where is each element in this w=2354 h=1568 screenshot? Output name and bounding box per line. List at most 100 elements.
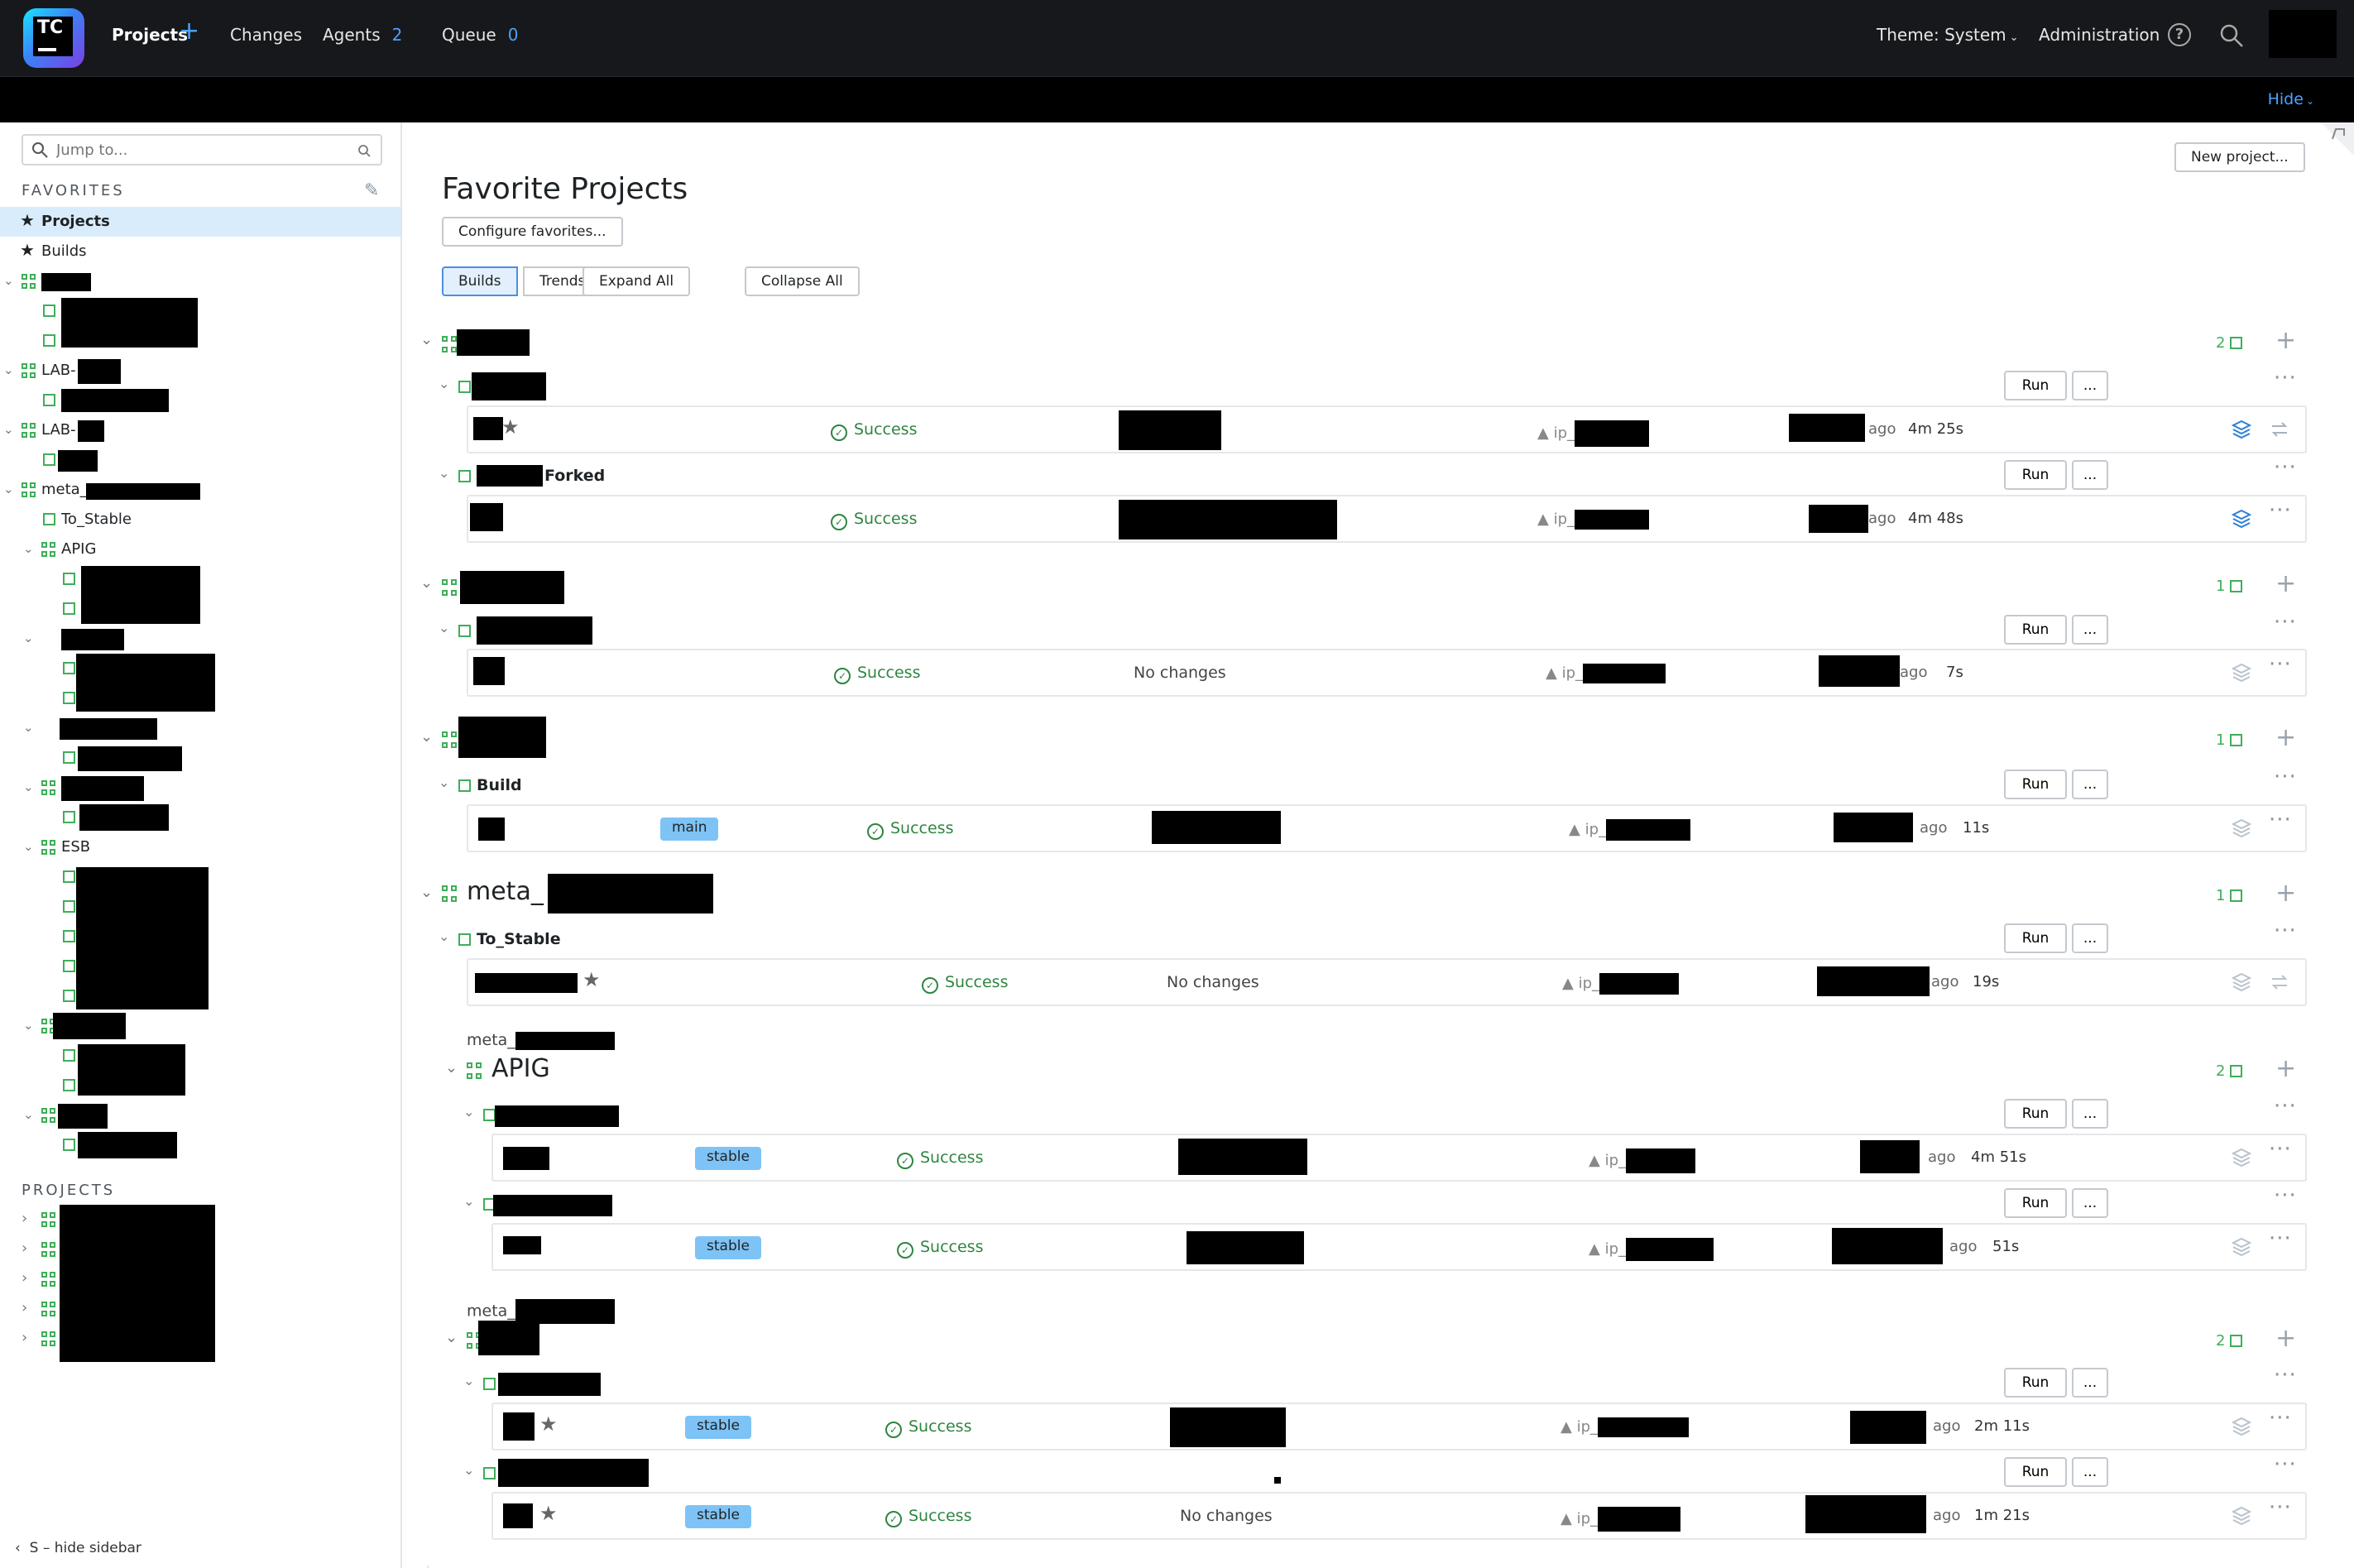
jump-to-search[interactable] <box>22 134 382 165</box>
user-avatar[interactable] <box>2269 10 2337 58</box>
chevron-down-icon[interactable]: ⌄ <box>445 1059 458 1077</box>
add-build-plus-icon[interactable]: + <box>2275 723 2296 752</box>
sidebar-item-projects[interactable]: ★ Projects <box>0 207 400 237</box>
run-button[interactable]: Run <box>2004 615 2067 645</box>
run-button[interactable]: Run <box>2004 1188 2067 1218</box>
chevron-down-icon[interactable]: ⌄ <box>420 331 433 348</box>
more-actions-icon[interactable]: ··· <box>2269 1495 2292 1520</box>
sidebar-tree-build[interactable] <box>0 326 400 356</box>
more-actions-icon[interactable]: ··· <box>2274 610 2297 635</box>
project-name[interactable]: APIG <box>491 1054 550 1083</box>
run-more-button[interactable]: ... <box>2072 460 2108 490</box>
run-more-button[interactable]: ... <box>2072 1099 2108 1129</box>
build-row[interactable]: ★ ✓ Success No changes ▲ ip_ ago 19s <box>467 958 2307 1006</box>
build-row[interactable]: ✓ Success ▲ ip_ ago 4m 48s ··· <box>467 495 2307 543</box>
more-actions-icon[interactable]: ··· <box>2274 1094 2297 1119</box>
build-config-row[interactable]: ⌄ Run ... ··· <box>445 1183 2332 1221</box>
chevron-right-icon[interactable]: › <box>22 1210 27 1227</box>
run-more-button[interactable]: ... <box>2072 1368 2108 1398</box>
sidebar-tree-build[interactable] <box>0 445 400 475</box>
run-button[interactable]: Run <box>2004 1099 2067 1129</box>
sidebar-tree-project[interactable]: ⌄ <box>0 1011 400 1041</box>
build-row[interactable]: ✓ Success No changes ▲ ip_ ago 7s ··· <box>467 649 2307 697</box>
chevron-down-icon[interactable]: ⌄ <box>23 631 34 645</box>
agent-name[interactable]: ▲ ip_ <box>1589 1238 1714 1261</box>
chevron-down-icon[interactable]: ⌄ <box>23 541 34 556</box>
more-actions-icon[interactable]: ··· <box>2274 366 2297 391</box>
nav-changes[interactable]: Changes <box>230 25 302 45</box>
chevron-down-icon[interactable]: ⌄ <box>420 728 433 746</box>
chevron-down-icon[interactable]: ⌄ <box>463 1104 474 1120</box>
build-row[interactable]: ★ stable ✓ Success ▲ ip_ ago 2m 11s ··· <box>491 1403 2307 1451</box>
run-more-button[interactable]: ... <box>2072 923 2108 953</box>
build-row[interactable]: ★ ✓ Success ▲ ip_ ago 4m 25s <box>467 405 2307 453</box>
more-actions-icon[interactable]: ··· <box>2269 1226 2292 1251</box>
add-build-plus-icon[interactable]: + <box>2275 1054 2296 1083</box>
no-changes-label[interactable]: No changes <box>1167 973 1259 991</box>
branch-badge[interactable]: main <box>660 818 719 841</box>
chevron-down-icon[interactable]: ⌄ <box>439 465 449 481</box>
branch-badge[interactable]: stable <box>685 1416 751 1439</box>
build-row[interactable]: stable ✓ Success ▲ ip_ ago 51s ··· <box>491 1223 2307 1271</box>
build-config-row[interactable]: ⌄ Run ... ··· <box>420 366 2307 404</box>
agent-name[interactable]: ▲ ip_ <box>1537 420 1650 447</box>
chevron-down-icon[interactable]: ⌄ <box>3 422 14 437</box>
project-row[interactable]: ⌄ APIG 2 + <box>445 1051 2332 1092</box>
sidebar-tree-build[interactable] <box>0 743 400 773</box>
sidebar-tree-project[interactable]: ⌄ ESB <box>0 832 400 862</box>
sidebar-tree-build[interactable] <box>0 296 400 326</box>
add-build-plus-icon[interactable]: + <box>2275 879 2296 908</box>
new-project-button[interactable]: New project... <box>2174 142 2305 172</box>
run-button[interactable]: Run <box>2004 1457 2067 1487</box>
more-actions-icon[interactable]: ··· <box>2274 918 2297 943</box>
build-row[interactable]: ★ stable ✓ Success No changes ▲ ip_ ago 1… <box>491 1492 2307 1540</box>
corner-fold-icon[interactable] <box>2321 122 2354 156</box>
run-button[interactable]: Run <box>2004 923 2067 953</box>
teamcity-logo[interactable]: TC <box>23 8 84 68</box>
project-row[interactable]: ⌄ 1 + <box>420 717 2307 758</box>
build-config-name[interactable]: Forked <box>544 467 605 485</box>
build-status[interactable]: ✓ Success <box>885 1417 971 1438</box>
run-button[interactable]: Run <box>2004 460 2067 490</box>
nav-projects[interactable]: Projects <box>112 25 188 45</box>
expand-all-button[interactable]: Expand All <box>583 266 691 296</box>
administration-link[interactable]: Administration <box>2039 25 2160 45</box>
pencil-icon[interactable]: ✎ <box>364 180 379 201</box>
more-actions-icon[interactable]: ··· <box>2269 808 2292 832</box>
hide-link[interactable]: Hide ⌄ <box>2268 90 2314 108</box>
sidebar-tree-project[interactable]: ⌄ <box>0 713 400 743</box>
artifacts-icon[interactable] <box>2231 818 2252 839</box>
collapse-all-button[interactable]: Collapse All <box>745 266 860 296</box>
add-project-plus-icon[interactable]: + <box>179 17 199 46</box>
sidebar-tree-project[interactable]: ⌄ APIG <box>0 535 400 564</box>
run-more-button[interactable]: ... <box>2072 770 2108 799</box>
more-actions-icon[interactable]: ··· <box>2269 1406 2292 1431</box>
chevron-down-icon[interactable]: ⌄ <box>463 1193 474 1209</box>
star-icon[interactable]: ★ <box>501 415 520 439</box>
add-build-plus-icon[interactable]: + <box>2275 569 2296 598</box>
artifacts-icon[interactable] <box>2231 508 2252 530</box>
build-status[interactable]: ✓ Success <box>831 420 917 441</box>
no-changes-label[interactable]: No changes <box>1180 1507 1273 1525</box>
run-button[interactable]: Run <box>2004 770 2067 799</box>
search-icon[interactable] <box>2219 23 2244 48</box>
sidebar-tree-build[interactable] <box>0 594 400 624</box>
build-row[interactable]: main ✓ Success ▲ ip_ ago 11s ··· <box>467 804 2307 852</box>
chevron-right-icon[interactable]: › <box>22 1269 27 1287</box>
chevron-right-icon[interactable]: › <box>22 1240 27 1257</box>
build-config-row[interactable]: ⌄ Run ... ··· <box>420 610 2307 648</box>
chevron-down-icon[interactable]: ⌄ <box>420 574 433 592</box>
build-config-row[interactable]: ⌄ Run ... ··· <box>445 1094 2332 1132</box>
chevron-down-icon[interactable]: ⌄ <box>439 774 449 790</box>
more-actions-icon[interactable]: ··· <box>2274 1452 2297 1477</box>
sidebar-item-builds[interactable]: ★ Builds <box>0 237 400 266</box>
project-row[interactable]: ⌄ meta_ 1 + <box>420 872 2307 913</box>
sidebar-tree-project[interactable]: ⌄ <box>0 1100 400 1130</box>
more-actions-icon[interactable]: ··· <box>2269 498 2292 523</box>
nav-queue[interactable]: Queue 0 <box>442 25 518 45</box>
artifacts-icon[interactable] <box>2231 1236 2252 1258</box>
branch-badge[interactable]: stable <box>685 1505 751 1528</box>
build-config-row[interactable]: ⌄ Build Run ... ··· <box>420 765 2307 803</box>
run-button[interactable]: Run <box>2004 371 2067 400</box>
star-icon[interactable]: ★ <box>539 1412 558 1436</box>
